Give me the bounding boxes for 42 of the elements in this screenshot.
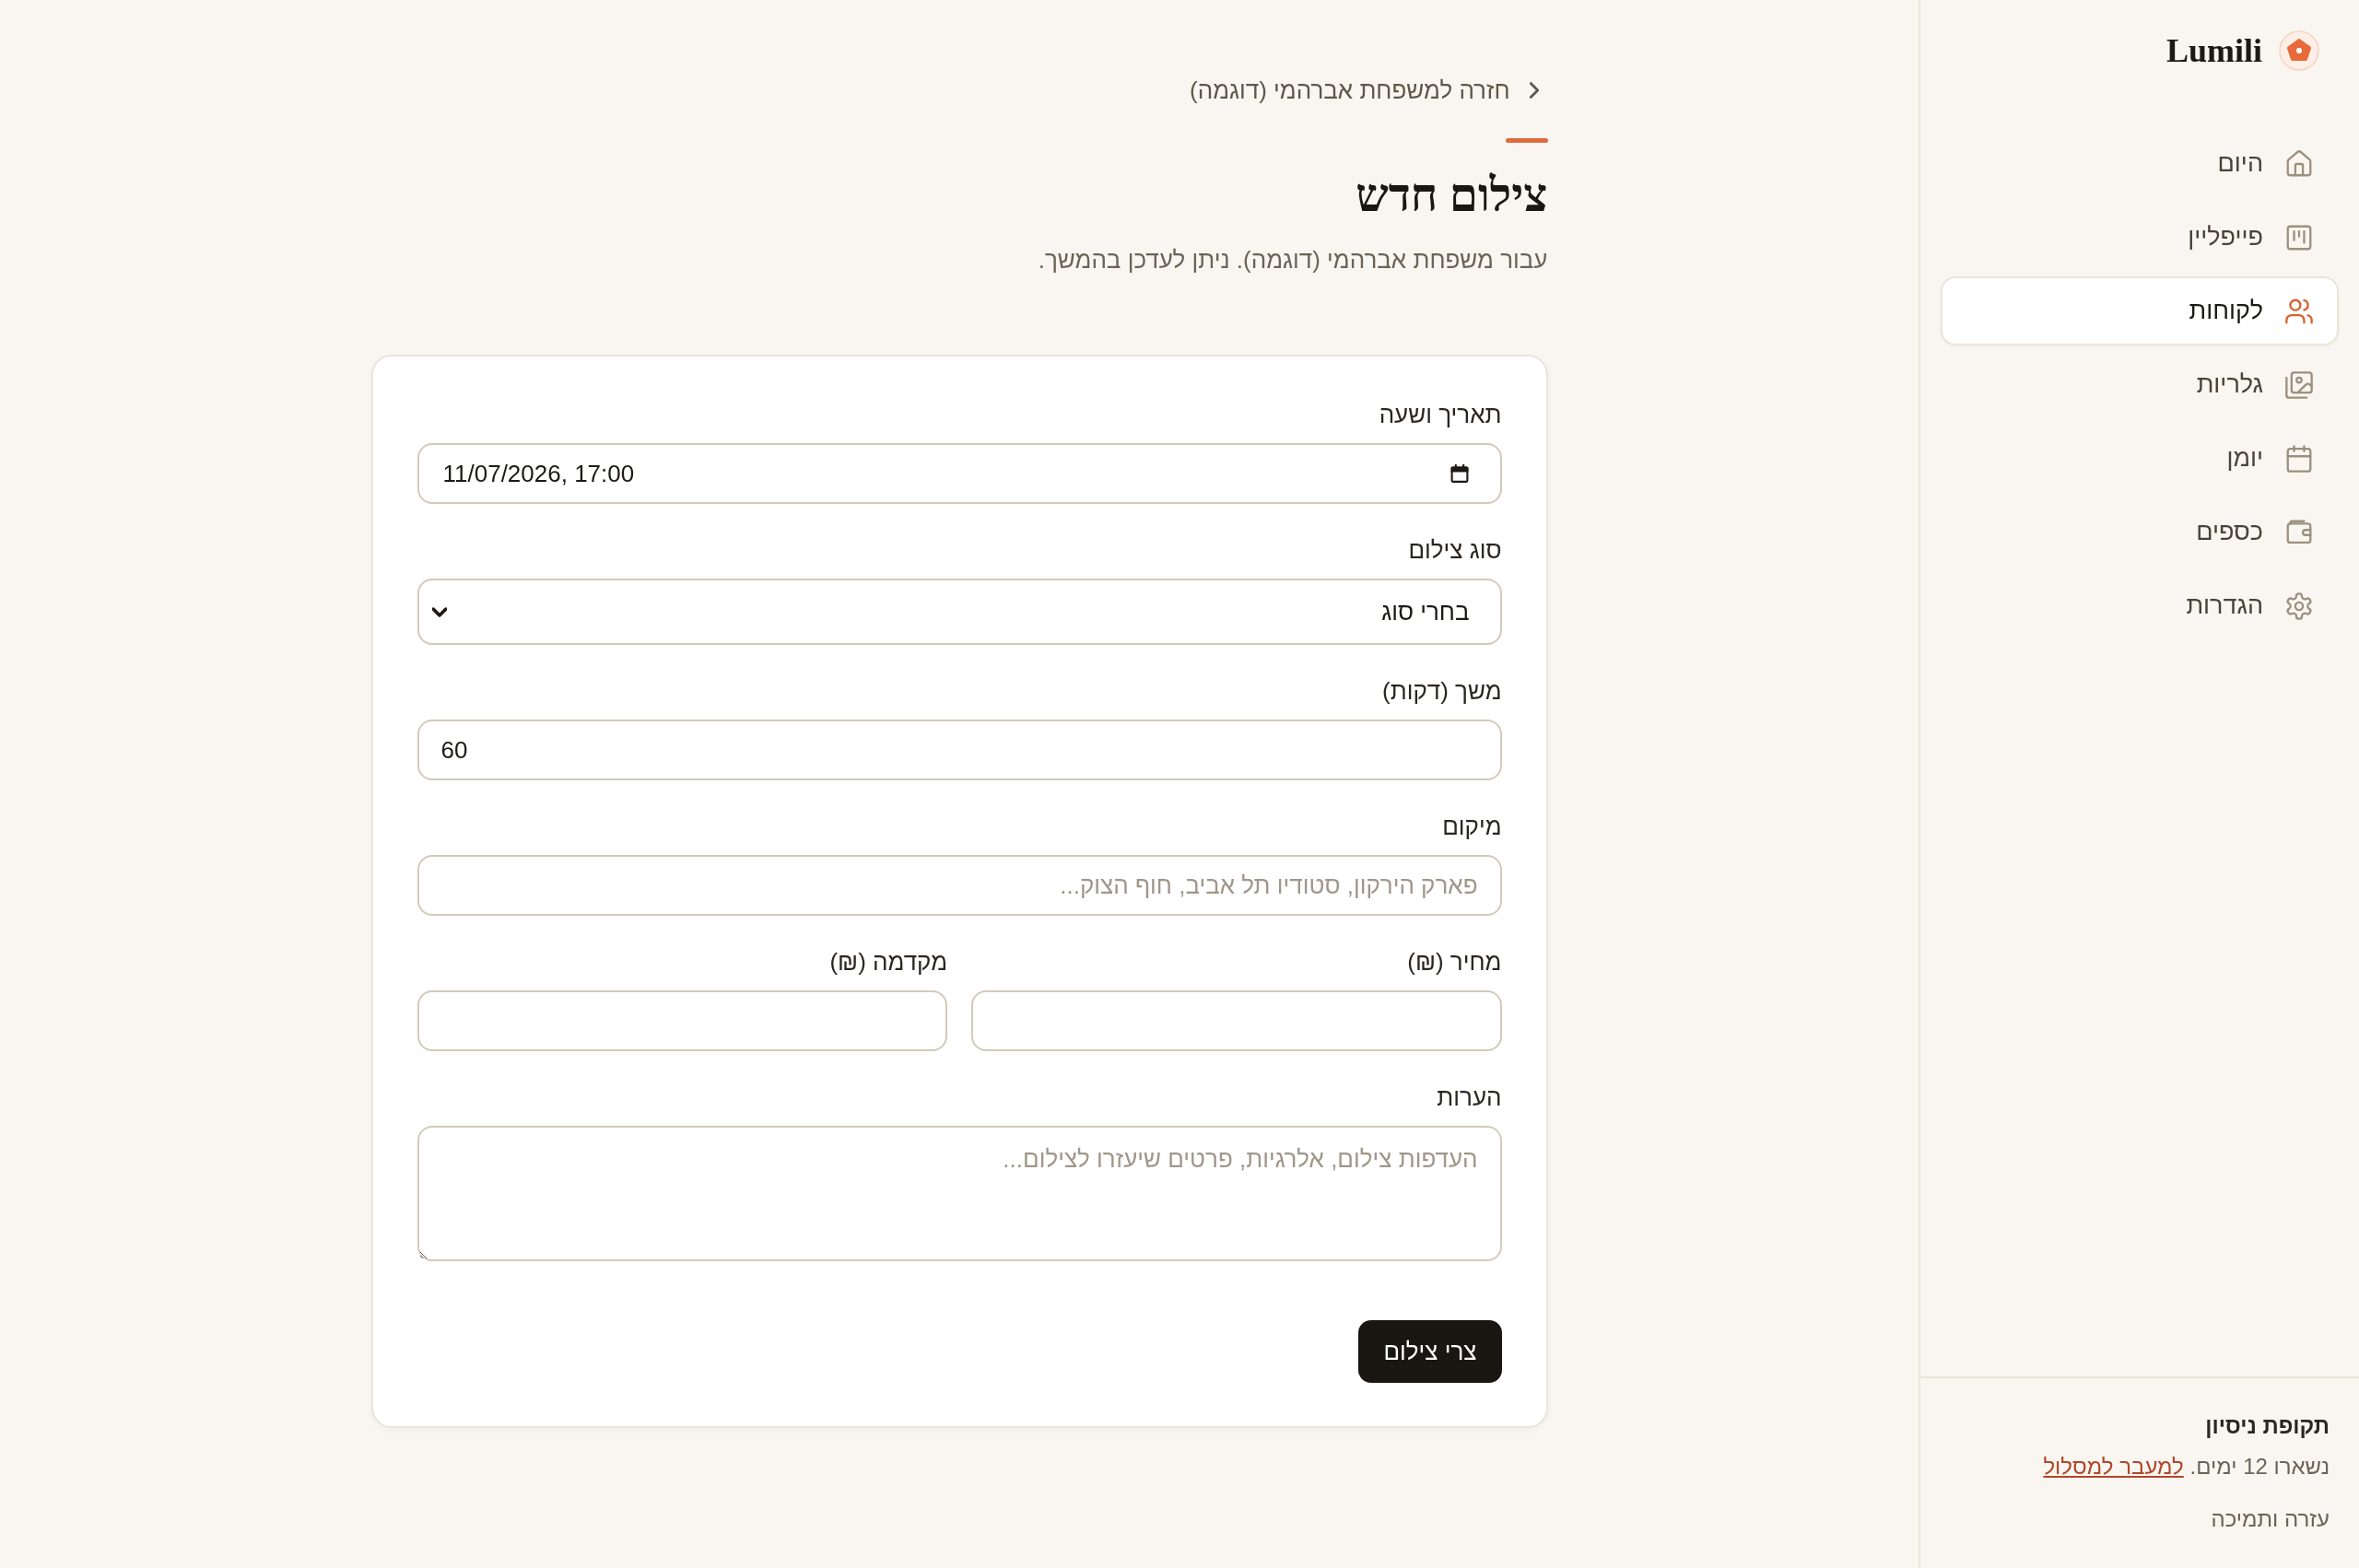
submit-button[interactable]: צרי צילום	[1358, 1320, 1502, 1383]
settings-icon	[2285, 591, 2313, 620]
chevron-right-icon	[1529, 82, 1539, 99]
title-accent-bar	[1505, 138, 1548, 143]
nav-item[interactable]: היום	[1941, 129, 2339, 198]
wallet-icon	[2285, 518, 2313, 546]
brand-logo-icon	[2279, 30, 2319, 71]
back-link[interactable]: חזרה למשפחת אברהמי (דוגמה)	[1190, 74, 1539, 107]
nav-item[interactable]: לקוחות	[1941, 276, 2339, 345]
images-icon	[2285, 370, 2313, 399]
input-field[interactable]: פארק הירקון, סטודיו תל אביב, חוף הצוק...	[417, 855, 1502, 916]
field-label: מיקום	[1441, 812, 1502, 841]
brand-name: Lumili	[2165, 31, 2262, 71]
nav-item[interactable]: כספים	[1941, 497, 2339, 567]
trial-text: נשארו 12 ימים. למעבר למסלול	[2042, 1453, 2330, 1480]
field-label: סוג צילום	[1407, 535, 1502, 565]
kanban-board-icon	[2285, 223, 2313, 252]
field-label: מקדמה (₪)	[828, 947, 947, 977]
chevron-down-icon	[431, 606, 447, 617]
field-label: מחיר (₪)	[1406, 947, 1502, 977]
nav-item[interactable]: הגדרות	[1941, 571, 2339, 640]
field-label: תאריך ושעה	[1378, 400, 1502, 429]
help-link[interactable]: עזרה ותמיכה	[2211, 1504, 2330, 1534]
calendar-icon	[2285, 444, 2313, 473]
date-time-field[interactable]: 11/07/2026, 17:00	[417, 443, 1502, 504]
select-field[interactable]: בחרי סוג	[417, 579, 1502, 645]
nav-item[interactable]: גלריות	[1941, 350, 2339, 419]
home-icon	[2285, 149, 2313, 178]
input-field[interactable]	[971, 990, 1502, 1051]
calendar-icon	[1449, 463, 1470, 484]
page-title: צילום חדש	[1356, 169, 1548, 223]
users-icon	[2285, 297, 2313, 325]
input-field[interactable]	[417, 990, 947, 1051]
trial-title: תקופת ניסיון	[2204, 1412, 2330, 1440]
text-area[interactable]: העדפות צילום, אלרגיות, פרטים שיעזרו לצילום...	[417, 1126, 1502, 1261]
field-label: הערות	[1436, 1082, 1502, 1112]
page-subtitle: עבור משפחת אברהמי (דוגמה). ניתן לעדכן בהמשך.	[1038, 245, 1548, 275]
nav-item[interactable]: פייפליין	[1941, 203, 2339, 272]
input-field[interactable]: 60	[417, 720, 1502, 780]
nav-item[interactable]: יומן	[1941, 424, 2339, 493]
upgrade-link[interactable]: למעבר למסלול	[2043, 1454, 2184, 1479]
field-label: משך (דקות)	[1381, 676, 1502, 706]
